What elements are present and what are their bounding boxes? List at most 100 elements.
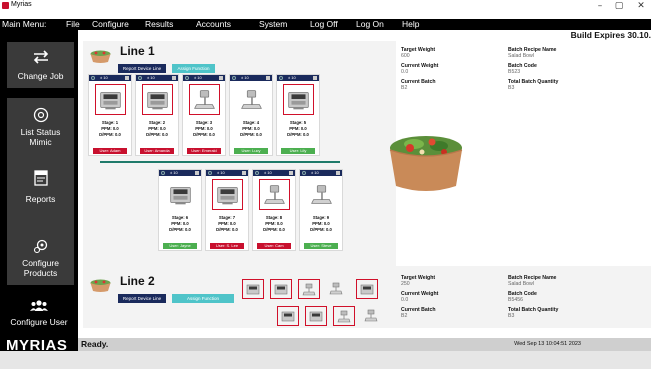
line1-divider — [100, 161, 340, 163]
stage-label: Stage: 4 — [242, 120, 260, 125]
stage-card[interactable]: ± 10 Stage: 5 PPM: 0.0 D/PPM: 0.0 User: Lily — [276, 74, 320, 156]
status-text: Ready. — [81, 339, 109, 349]
wifi-icon — [138, 76, 142, 80]
stage-card[interactable]: ± 10 Stage: 1 PPM: 0.0 D/PPM: 0.0 User: Adam — [88, 74, 132, 156]
expand-icon[interactable] — [289, 171, 293, 175]
line2-device[interactable] — [242, 279, 264, 299]
stage-ppm: PPM: 0.0 — [148, 126, 166, 131]
stage-card[interactable]: ± 10 Stage: 6 PPM: 0.0 D/PPM: 0.0 User: Jayn… — [158, 169, 202, 251]
stage-header: ± 10 — [183, 75, 225, 81]
menu-file[interactable]: File — [66, 19, 80, 30]
expand-icon[interactable] — [336, 171, 340, 175]
stage-user-badge: User: Lucy — [234, 148, 268, 154]
minimize-button[interactable]: – — [593, 0, 607, 12]
line2-device[interactable] — [270, 279, 292, 299]
stage-device[interactable] — [259, 179, 290, 210]
title-bar: Myrias – ▢ ✕ — [0, 0, 651, 12]
stage-card[interactable]: ± 10 Stage: 4 PPM: 0.0 D/PPM: 0.0 User: Lucy — [229, 74, 273, 156]
report-document-icon — [33, 170, 48, 186]
stage-tolerance: ± 10 — [194, 75, 202, 80]
menu-log-on[interactable]: Log On — [356, 19, 384, 30]
scale-terminal-icon — [100, 92, 121, 110]
line2-device[interactable] — [277, 306, 299, 326]
stage-card[interactable]: ± 10 Stage: 3 PPM: 0.0 D/PPM: 0.0 User: Emer… — [182, 74, 226, 156]
line2-device[interactable] — [333, 306, 355, 326]
line1-target-weight-value: 600 — [401, 53, 410, 59]
menu-label: Main Menu: — [2, 19, 47, 29]
stage-dppm: D/PPM: 0.0 — [169, 227, 191, 232]
line2-device[interactable] — [305, 306, 327, 326]
close-button[interactable]: ✕ — [634, 0, 648, 12]
stage-tolerance: ± 10 — [311, 170, 319, 175]
stage-label: Stage: 2 — [148, 120, 166, 125]
sidebar-item-list-status-mimic[interactable]: List Status Mimic — [7, 98, 74, 160]
stage-user-badge: User: Emerald — [187, 148, 221, 154]
stage-label: Stage: 7 — [218, 215, 236, 220]
line2-device[interactable] — [326, 279, 348, 299]
scale-terminal-icon — [281, 311, 295, 322]
stage-ppm: PPM: 0.0 — [312, 221, 330, 226]
users-group-icon — [30, 300, 48, 311]
menu-help[interactable]: Help — [402, 19, 419, 30]
expand-icon[interactable] — [125, 76, 129, 80]
stage-device[interactable] — [283, 84, 314, 115]
line2-report-device-button[interactable]: Report Device Line — [118, 294, 166, 303]
maximize-button[interactable]: ▢ — [612, 0, 626, 12]
expand-icon[interactable] — [195, 171, 199, 175]
stage-device[interactable] — [236, 84, 267, 115]
expand-icon[interactable] — [172, 76, 176, 80]
stage-user-badge: User: S. Lee — [210, 243, 244, 249]
menu-results[interactable]: Results — [145, 19, 173, 30]
stage-device[interactable] — [165, 179, 196, 210]
stage-dppm: D/PPM: 0.0 — [310, 227, 332, 232]
line1-report-device-button[interactable]: Report Device Line — [118, 64, 166, 73]
stage-header: ± 10 — [300, 170, 342, 176]
line2-assign-function-button[interactable]: Assign Function — [172, 294, 234, 303]
line1-recipe-value: Salad Bowl — [508, 53, 534, 59]
sidebar-item-change-job[interactable]: Change Job — [7, 42, 74, 88]
line2-device[interactable] — [298, 279, 320, 299]
stage-device[interactable] — [142, 84, 173, 115]
swap-arrows-icon — [33, 50, 48, 64]
stage-dppm: D/PPM: 0.0 — [263, 227, 285, 232]
stage-card[interactable]: ± 10 Stage: 8 PPM: 0.0 D/PPM: 0.0 User: Cam — [252, 169, 296, 251]
stage-card[interactable]: ± 10 Stage: 2 PPM: 0.0 D/PPM: 0.0 User: Aman… — [135, 74, 179, 156]
stage-tolerance: ± 10 — [147, 75, 155, 80]
line1-assign-function-button[interactable]: Assign Function — [172, 64, 215, 73]
build-expiry-notice: Build Expires 30.10. — [570, 30, 651, 40]
menu-accounts[interactable]: Accounts — [196, 19, 231, 30]
wifi-icon — [255, 171, 259, 175]
expand-icon[interactable] — [313, 76, 317, 80]
salad-bowl-image — [389, 136, 463, 191]
line1-current-batch-value: B2 — [401, 85, 408, 91]
stage-device[interactable] — [95, 84, 126, 115]
stage-device[interactable] — [306, 179, 337, 210]
wifi-icon — [208, 171, 212, 175]
sidebar-item-label: Configure User — [10, 317, 68, 327]
expand-icon[interactable] — [219, 76, 223, 80]
stage-device[interactable] — [212, 179, 243, 210]
stage-header: ± 10 — [230, 75, 272, 81]
stage-ppm: PPM: 0.0 — [289, 126, 307, 131]
sidebar-item-configure-products[interactable]: Configure Products — [7, 230, 74, 285]
stage-card[interactable]: ± 10 Stage: 7 PPM: 0.0 D/PPM: 0.0 User: S. L… — [205, 169, 249, 251]
stage-ppm: PPM: 0.0 — [265, 221, 283, 226]
menu-log-off[interactable]: Log Off — [310, 19, 338, 30]
stage-device[interactable] — [189, 84, 220, 115]
menu-system[interactable]: System — [259, 19, 287, 30]
menu-configure[interactable]: Configure — [92, 19, 129, 30]
stage-user-badge: User: Amanda — [140, 148, 174, 154]
line2-device[interactable] — [361, 306, 383, 326]
sidebar-item-reports[interactable]: Reports — [7, 160, 74, 230]
line2-device[interactable] — [356, 279, 378, 299]
scale-terminal-icon — [309, 311, 323, 322]
expand-icon[interactable] — [242, 171, 246, 175]
sidebar-item-configure-user[interactable]: Configure User — [0, 293, 78, 338]
expand-icon[interactable] — [266, 76, 270, 80]
platform-scale-icon — [311, 185, 332, 204]
stage-dppm: D/PPM: 0.0 — [99, 132, 121, 137]
stage-dppm: D/PPM: 0.0 — [287, 132, 309, 137]
stage-card[interactable]: ± 10 Stage: 9 PPM: 0.0 D/PPM: 0.0 User: Stev… — [299, 169, 343, 251]
stage-user-badge: User: Cam — [257, 243, 291, 249]
scale-terminal-icon — [147, 92, 168, 110]
